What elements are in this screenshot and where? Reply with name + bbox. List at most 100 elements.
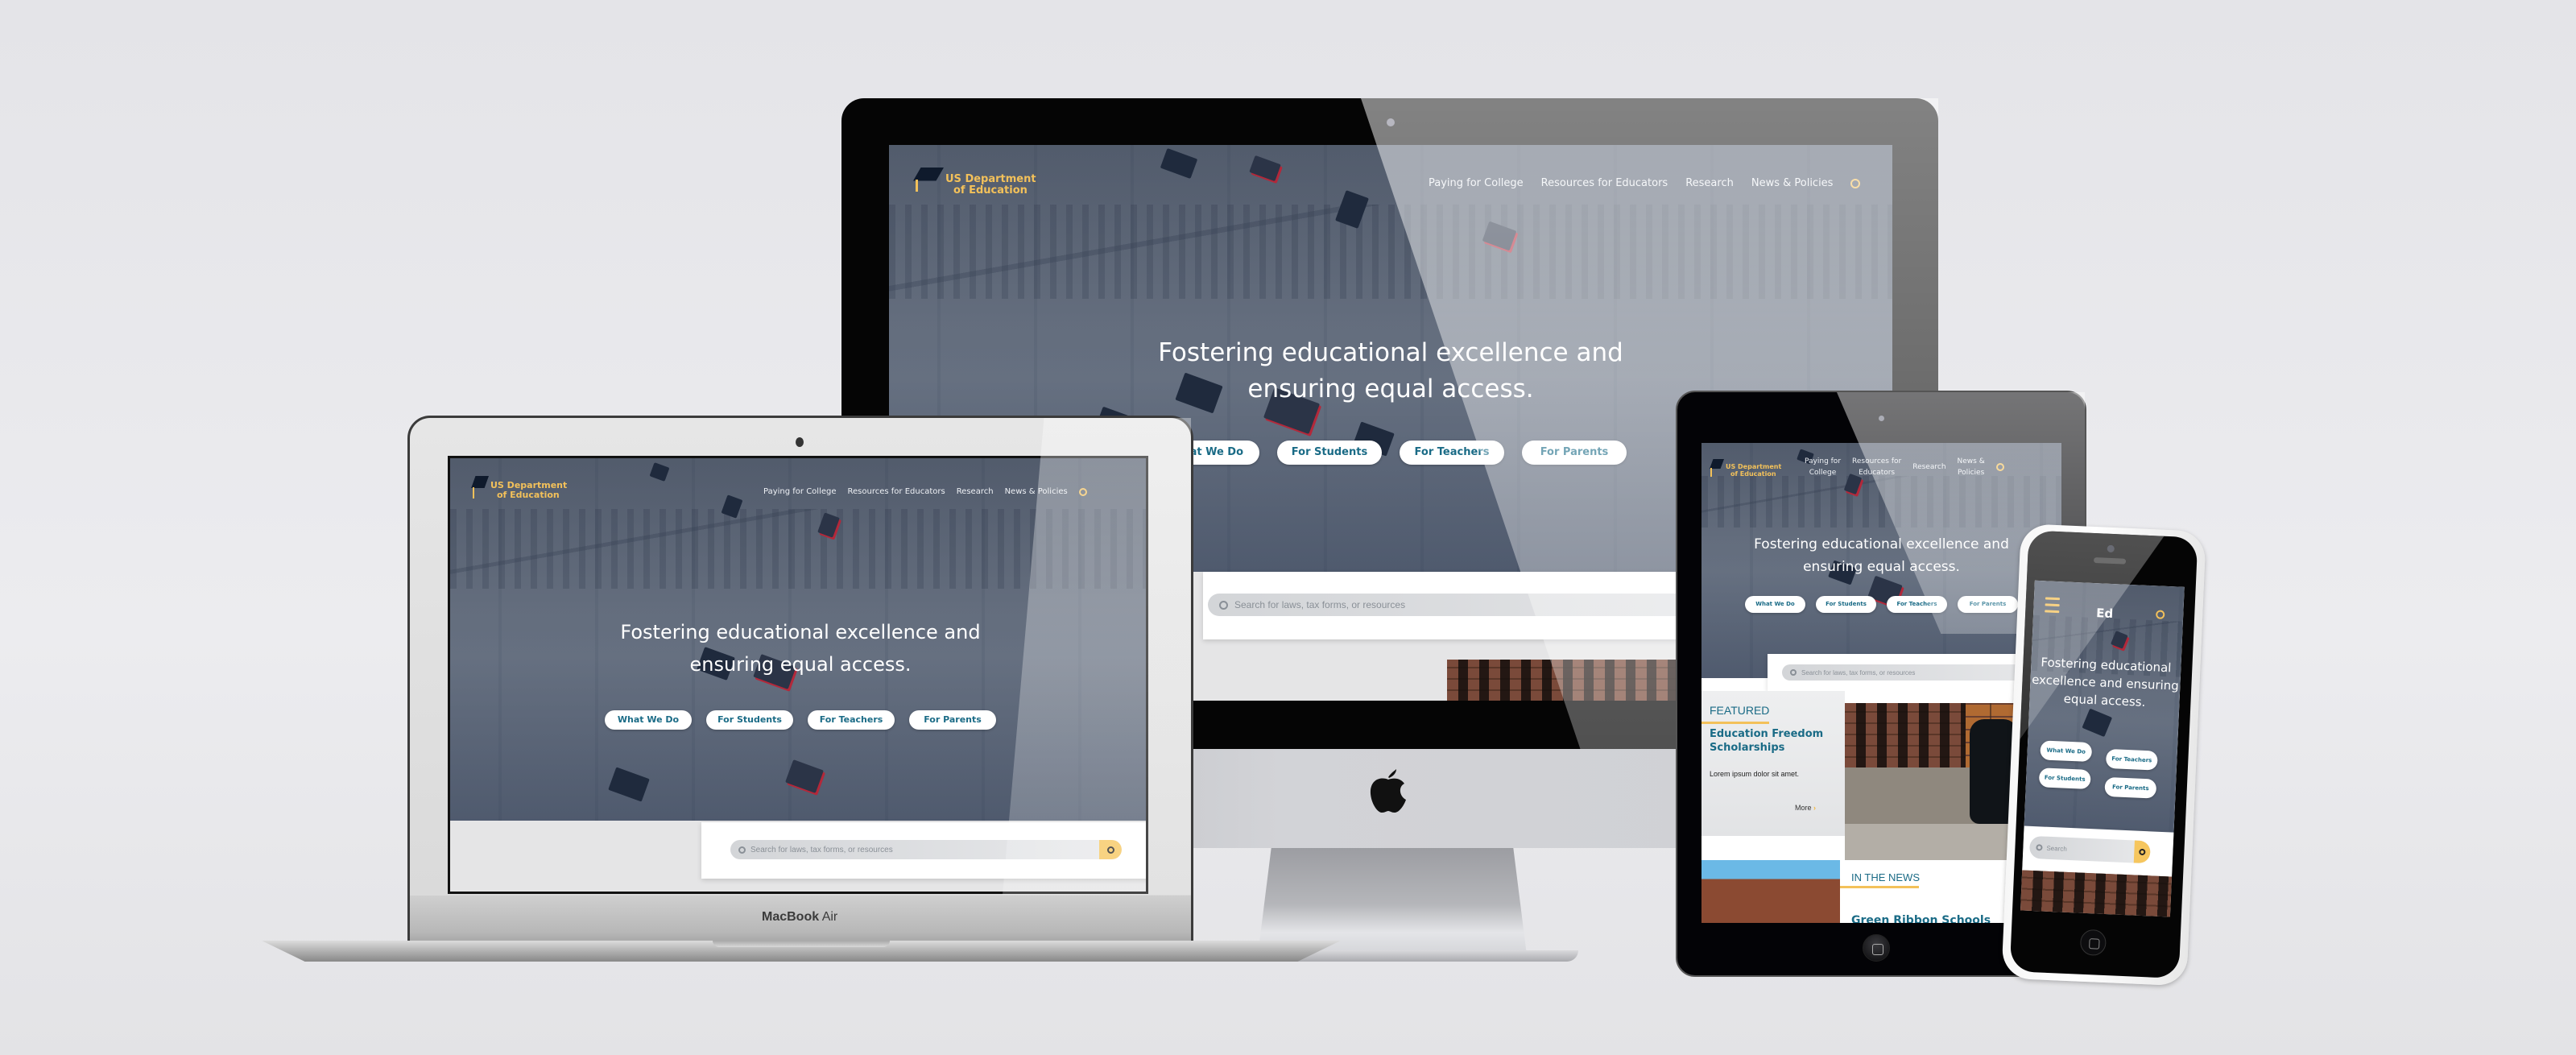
featured-title[interactable]: Education Freedom Scholarships (1710, 728, 1838, 755)
featured-image-brick-wall (1447, 660, 1689, 701)
news-underline (1840, 886, 1919, 888)
logo-text-line2: of Education (953, 184, 1028, 197)
hero-section: Ed Fostering educational excellence and … (2024, 580, 2185, 837)
search-icon (1106, 846, 1114, 854)
search-placeholder: Search for laws, tax forms, or resources (750, 845, 893, 854)
nav-paying-for-college[interactable]: Paying for College (1805, 456, 1841, 478)
macbook-opening-notch (713, 941, 890, 947)
search-panel: Search for laws, tax forms, or resources (701, 822, 1146, 879)
search-panel: Search (2022, 825, 2174, 877)
main-nav: Paying for College Resources for Educato… (1429, 177, 1861, 189)
for-students-button[interactable]: For Students (1277, 441, 1382, 465)
ipad-camera (1879, 416, 1884, 421)
nav-paying-for-college[interactable]: Paying for College (763, 487, 837, 496)
site-logo[interactable]: US Department of Education (1710, 459, 1781, 478)
apple-logo-icon (1370, 769, 1406, 813)
macbook-model: Air (821, 910, 838, 924)
hero-tagline: Fostering educational excellence and ens… (2029, 653, 2181, 713)
search-submit-button[interactable] (1099, 840, 1122, 859)
search-placeholder: Search (2046, 844, 2067, 853)
what-we-do-button[interactable]: What We Do (2040, 740, 2093, 763)
nav-resources-for-educators[interactable]: Resources for Educators (848, 487, 945, 496)
home-button-icon[interactable] (1863, 934, 1890, 962)
iphone-screen: Ed Fostering educational excellence and … (2020, 580, 2185, 917)
search-submit-button[interactable] (2133, 840, 2151, 864)
tagline-line1: Fostering educational excellence and (1158, 338, 1623, 367)
for-teachers-button[interactable]: For Teachers (2105, 748, 2158, 771)
main-nav: Paying for College Resources for Educators… (1805, 456, 2004, 478)
nav-research[interactable]: Research (957, 487, 994, 496)
hero-section: US Department of Education Paying for Co… (450, 458, 1146, 821)
for-students-button[interactable]: For Students (706, 710, 793, 730)
graduation-cap-icon (1710, 459, 1724, 477)
graduation-cap-icon (471, 476, 489, 499)
featured-label: FEATURED (1710, 704, 1770, 717)
tagline-line1: Fostering educational excellence and (620, 621, 981, 643)
featured-card: FEATURED Education Freedom Scholarships … (1701, 691, 1845, 836)
logo-text-line2: of Education (1730, 470, 1776, 478)
main-nav: Paying for College Resources for Educato… (763, 487, 1087, 496)
search-icon[interactable] (1850, 178, 1861, 188)
what-we-do-button[interactable]: What We Do (605, 710, 692, 730)
search-icon[interactable] (1078, 487, 1087, 496)
tagline-line1: Fostering educational excellence and (1754, 536, 2009, 552)
nav-news-policies[interactable]: News & Policies (1958, 456, 1985, 478)
hero-tagline: Fostering educational excellence and ens… (1701, 533, 2061, 578)
graduation-cap-icon (913, 168, 944, 192)
nav-resources-for-educators[interactable]: Resources for Educators (1541, 177, 1668, 189)
news-label: IN THE NEWS (1851, 871, 1920, 883)
for-parents-button[interactable]: For Parents (2104, 776, 2157, 799)
for-teachers-button[interactable]: For Teachers (1400, 441, 1504, 465)
site-logo[interactable]: US Department of Education (913, 168, 1036, 197)
what-we-do-button[interactable]: What We Do (1745, 596, 1805, 613)
for-parents-button[interactable]: For Parents (909, 710, 996, 730)
nav-resources-for-educators[interactable]: Resources for Educators (1852, 456, 1901, 478)
search-icon (2036, 844, 2043, 851)
news-headline[interactable]: Green Ribbon Schools (1851, 913, 1991, 923)
cta-button-row: What We Do For Students For Teachers For… (1701, 596, 2061, 613)
search-icon (738, 846, 746, 854)
nav-paying-for-college[interactable]: Paying for College (1429, 177, 1524, 189)
hero-section: US Department of Education Paying for Col… (1701, 443, 2061, 678)
logo-text-line2: of Education (497, 490, 560, 501)
featured-more-link[interactable]: More › (1795, 804, 1816, 812)
tagline-line2: ensuring equal access. (1803, 559, 1960, 575)
cta-button-row: What We Do For Students For Teachers For… (450, 710, 1146, 730)
macbook-screen: US Department of Education Paying for Co… (448, 456, 1148, 894)
featured-image-brick-wall (2020, 870, 2173, 917)
for-teachers-button[interactable]: For Teachers (808, 710, 895, 730)
search-icon (1219, 600, 1228, 610)
search-input[interactable]: Search for laws, tax forms, or resources (730, 840, 1122, 859)
chevron-right-icon: › (1813, 804, 1817, 812)
macbook-label: MacBook Air (762, 910, 837, 925)
more-label: More (1795, 804, 1812, 812)
for-teachers-button[interactable]: For Teachers (1887, 596, 1947, 613)
logo-text-line1: US Department (945, 173, 1036, 185)
featured-underline (1701, 722, 1769, 724)
nav-research[interactable]: Research (1685, 177, 1734, 189)
search-icon[interactable] (1995, 463, 2004, 471)
for-students-button[interactable]: For Students (1816, 596, 1876, 613)
for-parents-button[interactable]: For Parents (1958, 596, 2018, 613)
search-input[interactable]: Search (2028, 835, 2151, 864)
for-students-button[interactable]: For Students (2038, 767, 2091, 790)
search-placeholder: Search for laws, tax forms, or resources (1801, 668, 1916, 676)
site-logo[interactable]: US Department of Education (471, 476, 567, 500)
for-parents-button[interactable]: For Parents (1522, 441, 1627, 465)
news-image-school (1701, 860, 1840, 923)
featured-body: Lorem ipsum dolor sit amet. (1710, 770, 1800, 778)
mobile-logo[interactable]: Ed (2096, 606, 2114, 621)
nav-research[interactable]: Research (1912, 461, 1945, 473)
nav-news-policies[interactable]: News & Policies (1751, 177, 1834, 189)
iphone: Ed Fostering educational excellence and … (2001, 523, 2206, 987)
macbook-camera (796, 437, 804, 447)
brick-wall (1845, 703, 1966, 767)
nav-news-policies[interactable]: News & Policies (1005, 487, 1068, 496)
search-icon (2139, 848, 2146, 856)
tagline-line2: ensuring equal access. (689, 653, 912, 676)
search-placeholder: Search for laws, tax forms, or resources (1234, 599, 1406, 610)
search-icon (1790, 669, 1797, 676)
imac-camera (1387, 118, 1395, 126)
macbook-brand: MacBook (762, 910, 820, 924)
hamburger-menu-icon[interactable] (2045, 597, 2061, 617)
